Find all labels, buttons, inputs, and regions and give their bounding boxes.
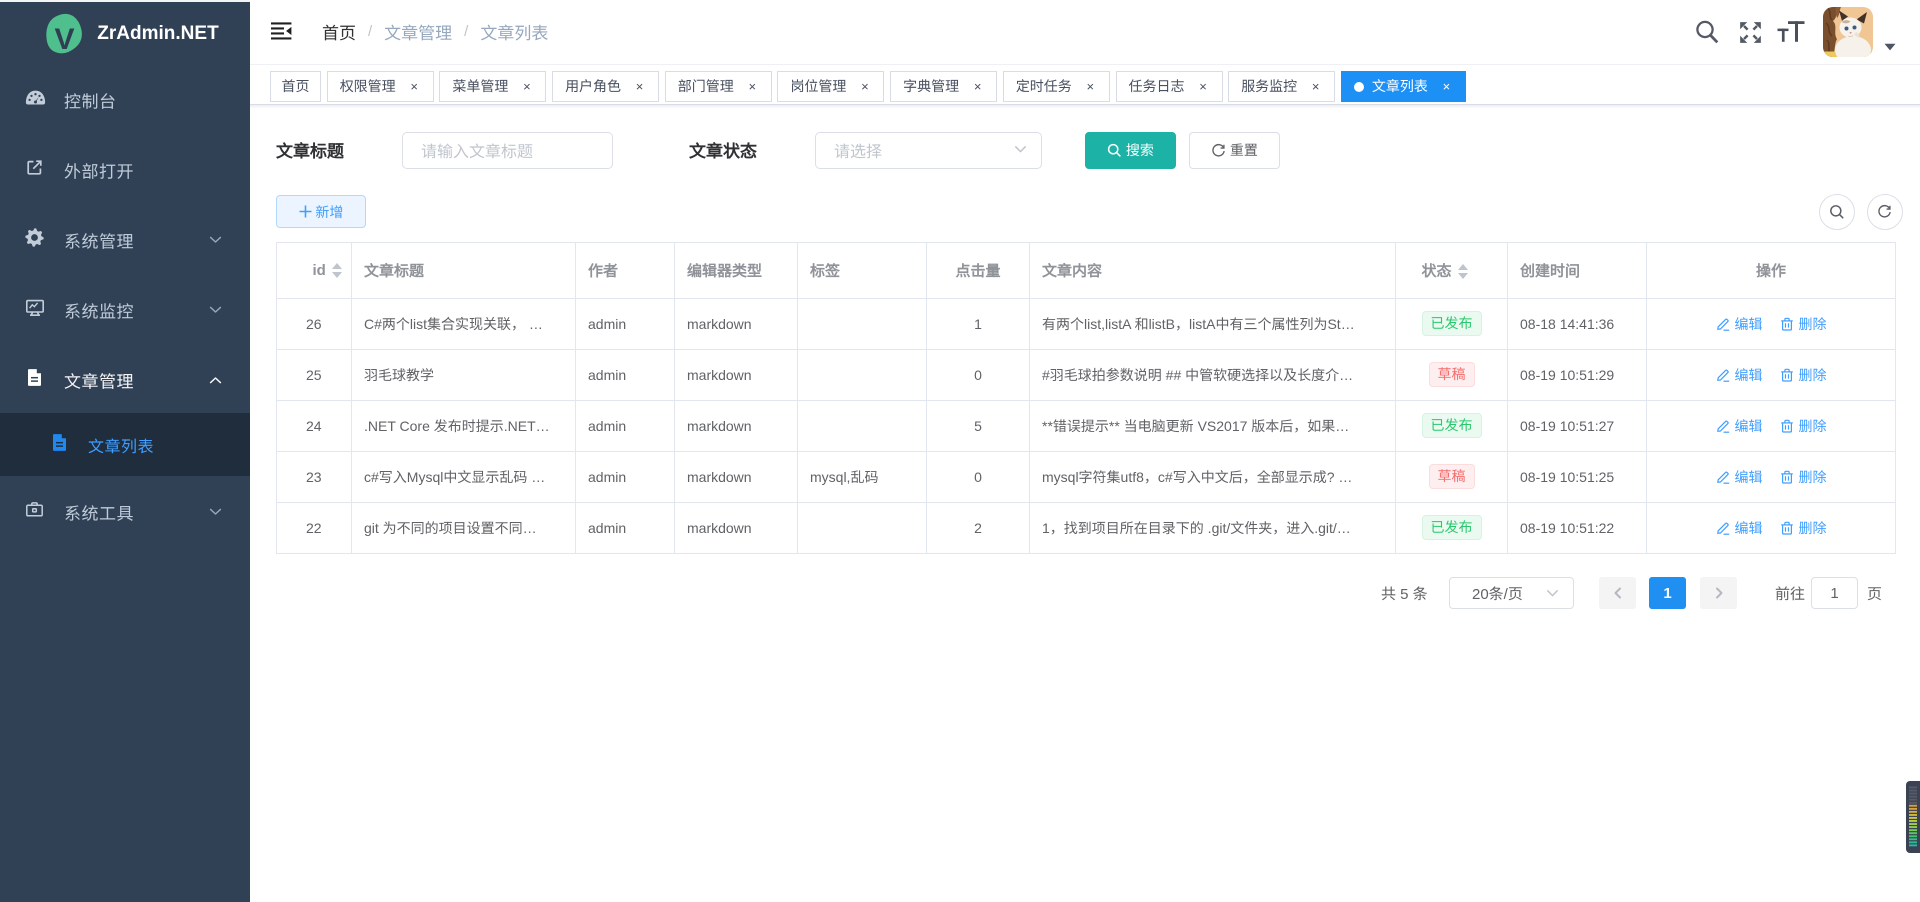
svg-text:V: V bbox=[55, 23, 75, 56]
